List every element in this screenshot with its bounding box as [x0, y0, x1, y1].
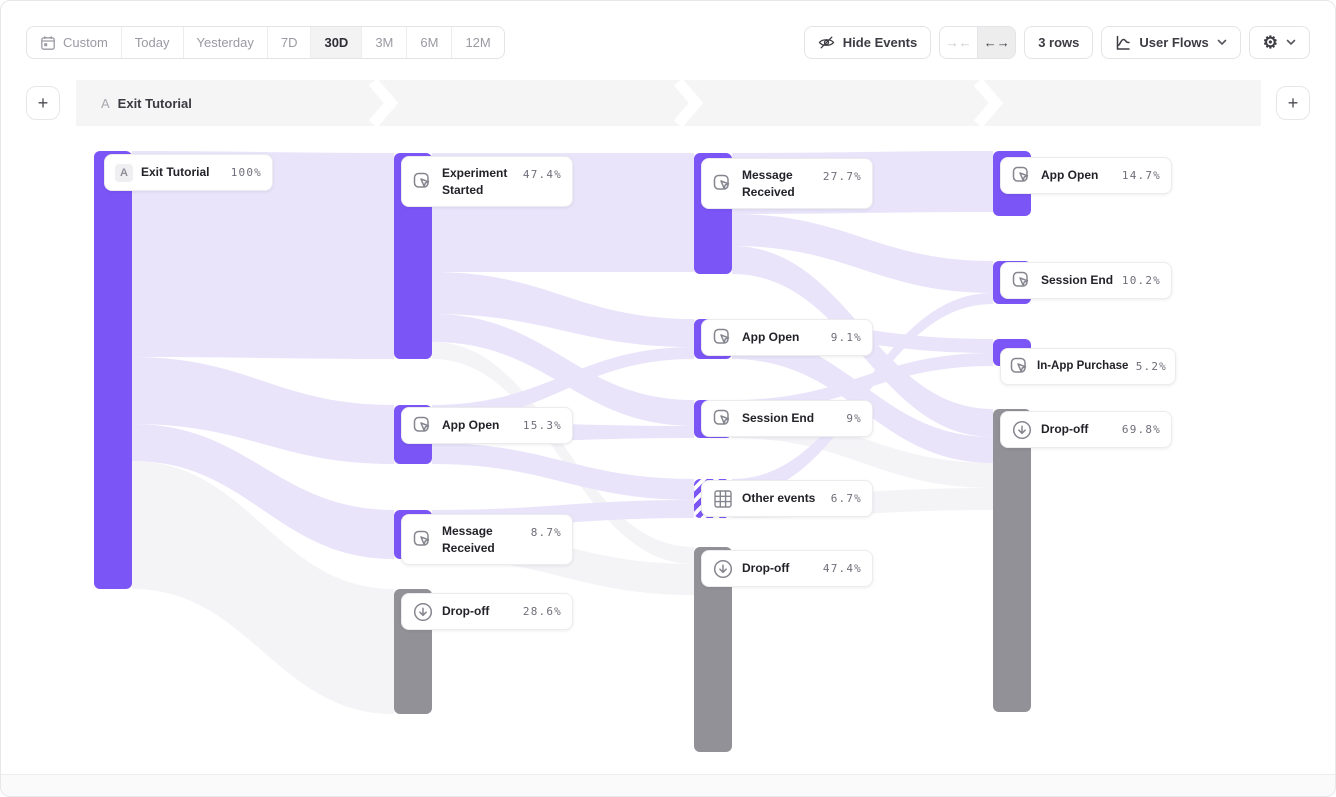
flow-bar-exit-tutorial[interactable] — [94, 151, 132, 589]
drop-off-icon — [412, 601, 434, 623]
flow-node-pct: 8.7% — [531, 526, 562, 539]
drop-off-icon — [1011, 419, 1033, 441]
flow-node-label: Other events — [742, 490, 815, 506]
flow-node-drop-off-3[interactable]: Drop-off 69.8% — [1000, 411, 1172, 448]
series-letter-badge: A — [115, 164, 133, 182]
footer-strip — [1, 774, 1335, 796]
flow-node-session-end-3[interactable]: Session End 10.2% — [1000, 262, 1172, 299]
flow-node-drop-off-2[interactable]: Drop-off 47.4% — [701, 550, 873, 587]
flow-node-other-events-2[interactable]: Other events 6.7% — [701, 480, 873, 517]
flow-node-app-open-3[interactable]: App Open 14.7% — [1000, 157, 1172, 194]
flow-node-pct: 28.6% — [523, 605, 562, 618]
user-flows-panel: Custom Today Yesterday 7D 30D 3M 6M 12M … — [0, 0, 1336, 797]
flow-bar-drop-off-3[interactable] — [993, 409, 1031, 712]
flow-node-experiment-started[interactable]: Experiment Started 47.4% — [401, 156, 573, 207]
flow-node-label: Experiment Started — [442, 165, 515, 197]
flow-node-label: In-App Purchase — [1037, 359, 1128, 375]
event-cursor-icon — [1011, 270, 1033, 292]
flow-node-pct: 6.7% — [831, 492, 862, 505]
flow-node-pct: 100% — [231, 166, 262, 179]
event-cursor-icon — [712, 408, 734, 430]
flow-node-drop-off-1[interactable]: Drop-off 28.6% — [401, 593, 573, 630]
event-cursor-icon — [1011, 165, 1033, 187]
flow-node-session-end-2[interactable]: Session End 9% — [701, 400, 873, 437]
event-cursor-icon — [1009, 356, 1031, 378]
flow-node-pct: 47.4% — [523, 168, 562, 181]
flow-node-label: App Open — [1041, 167, 1098, 183]
sankey-canvas: A Exit Tutorial 100% Experiment Started 47.4… — [1, 1, 1335, 796]
drop-off-icon — [712, 558, 734, 580]
flow-node-label: Drop-off — [442, 603, 489, 619]
flow-node-label: App Open — [742, 329, 799, 345]
flow-node-pct: 47.4% — [823, 562, 862, 575]
flow-node-in-app-purchase-3[interactable]: In-App Purchase 5.2% — [1000, 348, 1176, 385]
flow-node-pct: 27.7% — [823, 170, 862, 183]
flow-node-pct: 9.1% — [831, 331, 862, 344]
flow-node-label: Drop-off — [742, 560, 789, 576]
event-cursor-icon — [412, 171, 434, 193]
series-letter-badge: A — [115, 164, 133, 182]
flow-ribbons-layer — [1, 1, 1336, 797]
flow-node-label: Session End — [742, 410, 814, 426]
grid-icon — [712, 488, 734, 510]
flow-node-app-open-2[interactable]: App Open 9.1% — [701, 319, 873, 356]
flow-node-label: App Open — [442, 417, 499, 433]
flow-node-pct: 69.8% — [1122, 423, 1161, 436]
event-cursor-icon — [412, 529, 434, 551]
flow-node-message-received-1[interactable]: Message Received 8.7% — [401, 514, 573, 565]
flow-node-pct: 15.3% — [523, 419, 562, 432]
event-cursor-icon — [712, 173, 734, 195]
event-cursor-icon — [712, 327, 734, 349]
flow-node-label: Message Received — [442, 523, 523, 555]
flow-node-label: Message Received — [742, 167, 815, 199]
flow-node-pct: 9% — [846, 412, 862, 425]
flow-node-app-open-1[interactable]: App Open 15.3% — [401, 407, 573, 444]
event-cursor-icon — [412, 415, 434, 437]
flow-node-exit-tutorial[interactable]: A Exit Tutorial 100% — [104, 154, 273, 191]
flow-node-pct: 10.2% — [1122, 274, 1161, 287]
flow-node-pct: 5.2% — [1136, 360, 1167, 373]
flow-node-label: Drop-off — [1041, 421, 1088, 437]
flow-node-label: Session End — [1041, 272, 1113, 288]
flow-node-message-received-2[interactable]: Message Received 27.7% — [701, 158, 873, 209]
flow-node-label: Exit Tutorial — [141, 164, 209, 180]
flow-node-pct: 14.7% — [1122, 169, 1161, 182]
